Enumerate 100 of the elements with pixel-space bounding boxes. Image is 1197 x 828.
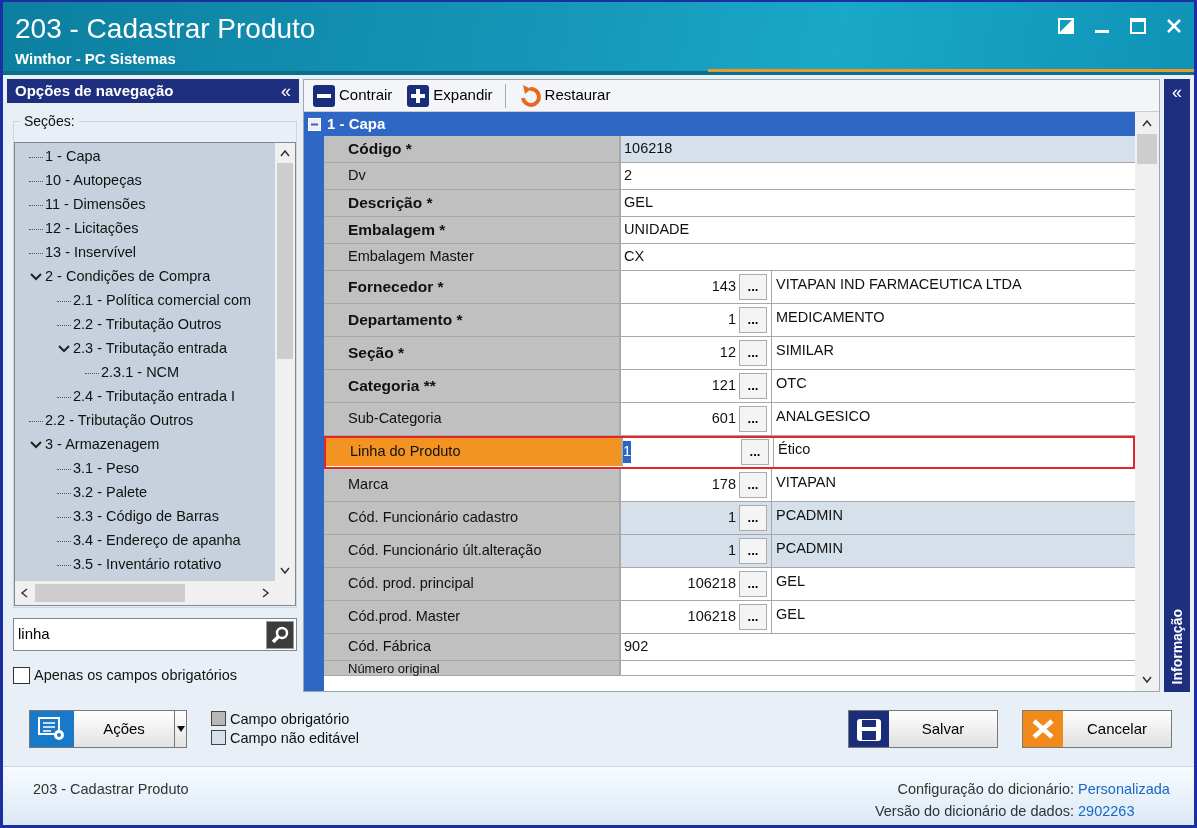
restore-icon[interactable] — [1058, 18, 1074, 34]
settings-icon — [37, 716, 67, 742]
info-value: 2902263 — [1078, 801, 1136, 821]
field-value[interactable]: 106218 — [687, 573, 736, 595]
cancel-button[interactable]: Cancelar — [1022, 710, 1172, 748]
toolbar-button[interactable]: Expandir — [404, 83, 495, 108]
field-label: Número original — [324, 661, 621, 675]
field-value[interactable]: 1 — [727, 507, 736, 529]
info-value: Personalizada — [1078, 780, 1171, 799]
save-button[interactable]: Salvar — [848, 710, 998, 748]
field-label: Linha do Produto — [326, 438, 623, 466]
field-value[interactable]: 12 — [719, 342, 736, 364]
window-title: 203 - Cadastrar Produto — [15, 12, 316, 46]
field-value[interactable]: GEL — [624, 192, 653, 214]
field-value[interactable]: 1 — [727, 540, 736, 562]
field-value[interactable]: 143 — [711, 276, 736, 298]
screen-name: 203 - Cadastrar Produto — [33, 780, 189, 799]
field-label: Fornecedor * — [324, 271, 621, 303]
lookup-button[interactable]: ... — [739, 538, 767, 564]
field-label: Marca — [324, 469, 621, 501]
field-label: Embalagem Master — [324, 244, 621, 270]
tree-item[interactable]: 2 - Condições de Compra — [45, 266, 211, 288]
tree-item[interactable]: 2.4 - Tributação entrada I — [73, 386, 235, 408]
legend-item: Campo não editável — [211, 729, 359, 748]
tree-item[interactable]: 3.1 - Peso — [73, 458, 140, 480]
tree-item[interactable]: 2.3 - Tributação entrada — [73, 338, 227, 360]
tree-item[interactable]: 3.3 - Código de Barras — [73, 506, 219, 528]
search-field[interactable]: linha — [14, 623, 266, 646]
tree-item[interactable]: 2.3.1 - NCM — [101, 362, 180, 384]
field-label: Sub-Categoria — [324, 403, 621, 435]
tree-item[interactable]: 1 - Capa — [45, 146, 101, 168]
collapse-button[interactable]: « — [281, 82, 291, 100]
search-box[interactable]: linha — [13, 618, 297, 651]
lookup-button[interactable]: ... — [739, 307, 767, 333]
info-label: Configuração do dicionário: — [897, 780, 1074, 799]
info-label: Versão do dicionário de dados: — [874, 801, 1074, 821]
group-header[interactable]: 1 - Capa — [304, 112, 1135, 136]
field-label: Cód.prod. Master — [324, 601, 621, 633]
tree-item[interactable]: 10 - Autopeças — [45, 170, 142, 192]
collapse-button[interactable]: « — [1172, 83, 1182, 101]
field-label: Cód. Fábrica — [324, 634, 621, 660]
field-value[interactable]: 1 — [623, 441, 632, 463]
lookup-button[interactable]: ... — [739, 604, 767, 630]
close-icon[interactable] — [1166, 18, 1182, 34]
field-value[interactable]: 106218 — [624, 138, 673, 160]
tree-item[interactable]: 13 - Inservível — [45, 242, 137, 264]
lookup-button[interactable]: ... — [739, 373, 767, 399]
save-icon — [854, 716, 884, 742]
field-value[interactable]: 902 — [624, 636, 649, 658]
field-label: Categoria ** — [324, 370, 621, 402]
tree-item[interactable]: 2.2 - Tributação Outros — [73, 314, 222, 336]
field-value[interactable]: 106218 — [687, 606, 736, 628]
field-label: Seção * — [324, 337, 621, 369]
lookup-button[interactable]: ... — [739, 340, 767, 366]
tree-item[interactable]: 3.5 - Inventário rotativo — [73, 554, 222, 576]
legend-item: Campo obrigatório — [211, 710, 359, 729]
lookup-button[interactable]: ... — [741, 439, 769, 465]
lookup-button[interactable]: ... — [739, 274, 767, 300]
tree-item[interactable]: 3.4 - Endereço de apanha — [73, 530, 241, 552]
panel-title[interactable]: Informação — [1166, 608, 1188, 684]
field-value[interactable]: 121 — [711, 375, 736, 397]
field-value[interactable]: 2 — [624, 165, 633, 187]
tree-item[interactable]: 3.2 - Palete — [73, 482, 148, 504]
field-value[interactable]: UNIDADE — [624, 219, 690, 241]
field-label: Departamento * — [324, 304, 621, 336]
field-value[interactable]: CX — [624, 246, 645, 268]
search-button[interactable] — [266, 620, 294, 649]
scrollbar-thumb[interactable] — [277, 163, 293, 359]
field-label: Cód. Funcionário últ.alteração — [324, 535, 621, 567]
lookup-button[interactable]: ... — [739, 505, 767, 531]
collapse-icon[interactable] — [308, 117, 321, 131]
field-label: Embalagem * — [324, 217, 621, 243]
minus-icon — [312, 83, 336, 108]
tree-item[interactable]: 2.1 - Política comercial com — [73, 290, 252, 312]
toolbar-button[interactable]: Restaurar — [515, 83, 613, 108]
scrollbar-thumb[interactable] — [1137, 134, 1157, 164]
tree-item[interactable]: 12 - Licitações — [45, 218, 139, 240]
scrollbar-thumb[interactable] — [35, 584, 185, 602]
panel-title: Opções de navegação — [15, 80, 174, 101]
group-title: 1 - Capa — [327, 113, 386, 134]
field-value[interactable]: 178 — [711, 474, 736, 496]
field-label: Código * — [324, 136, 621, 162]
tree-item[interactable]: 11 - Dimensões — [45, 194, 146, 216]
caret-icon — [176, 726, 185, 732]
lookup-button[interactable]: ... — [739, 571, 767, 597]
field-label: Descrição * — [324, 190, 621, 216]
scrollbar[interactable] — [1135, 112, 1159, 691]
tree-item[interactable]: 3 - Armazenagem — [45, 434, 160, 456]
tree-item[interactable]: 2.2 - Tributação Outros — [45, 410, 194, 432]
checkbox[interactable] — [13, 667, 30, 685]
lookup-button[interactable]: ... — [739, 472, 767, 498]
field-value[interactable]: 1 — [727, 309, 736, 331]
toolbar-button[interactable]: Contrair — [310, 83, 395, 108]
actions-button[interactable]: Ações — [29, 710, 187, 748]
window-subtitle: Winthor - PC Sistemas — [15, 49, 177, 69]
field-label: Cód. prod. principal — [324, 568, 621, 600]
field-value[interactable]: 601 — [711, 408, 736, 430]
maximize-icon[interactable] — [1130, 18, 1146, 34]
lookup-button[interactable]: ... — [739, 406, 767, 432]
checkbox-label: Apenas os campos obrigatórios — [34, 666, 238, 685]
